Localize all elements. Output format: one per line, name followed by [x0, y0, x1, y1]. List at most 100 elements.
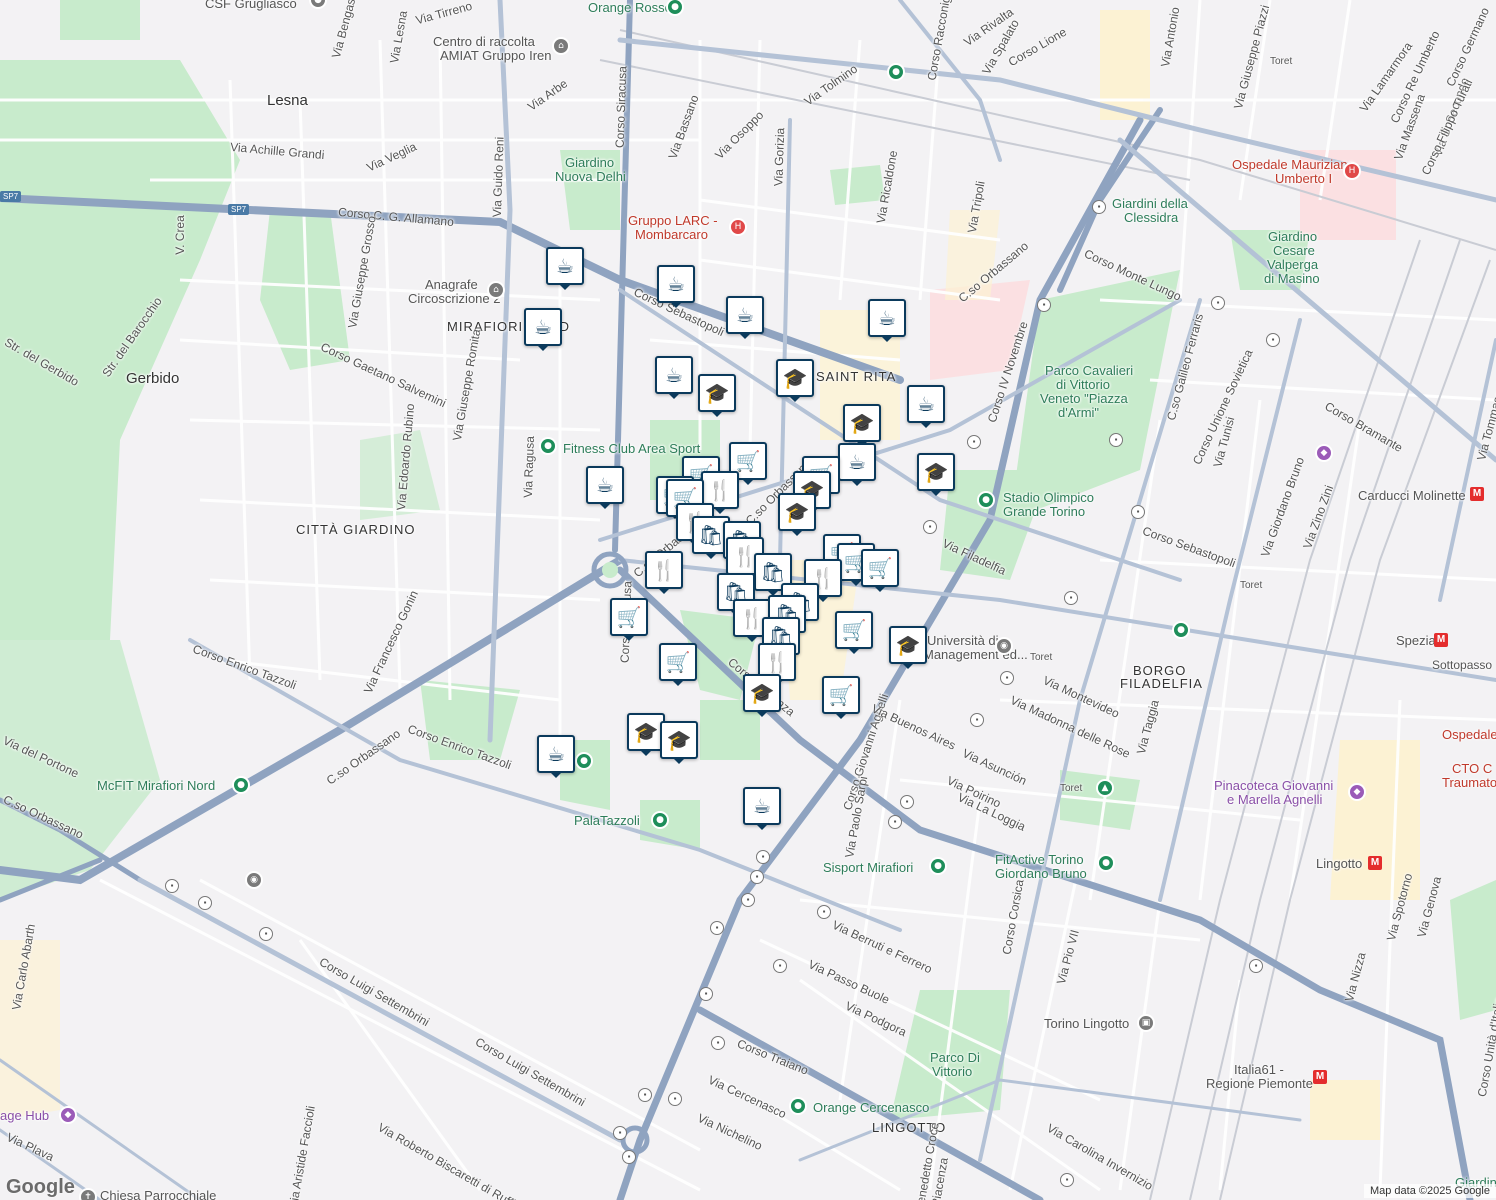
- bus-stop-icon[interactable]: ▪: [613, 1126, 627, 1140]
- bus-stop-icon[interactable]: ▪: [900, 795, 914, 809]
- grocery-marker[interactable]: 🛒: [610, 598, 648, 641]
- poi-label: Nuova Delhi: [555, 169, 626, 184]
- shopping-cart-icon: 🛒: [828, 683, 854, 707]
- cafe-marker[interactable]: ☕: [838, 443, 876, 486]
- shopping-cart-icon: 🛒: [841, 618, 867, 642]
- poi-label: Ospedale: [1442, 727, 1496, 742]
- bus-stop-icon[interactable]: ▪: [1060, 1173, 1074, 1187]
- government-icon[interactable]: ⌂: [487, 281, 505, 299]
- bus-stop-icon[interactable]: ▪: [756, 850, 770, 864]
- bus-stop-icon[interactable]: ▪: [710, 921, 724, 935]
- cafe-marker[interactable]: ☕: [655, 356, 693, 399]
- park-icon[interactable]: ●: [575, 752, 593, 770]
- bus-stop-icon[interactable]: ▪: [817, 905, 831, 919]
- school-marker[interactable]: 🎓: [843, 404, 881, 447]
- bus-stop-icon[interactable]: ▪: [1064, 591, 1078, 605]
- cafe-marker[interactable]: ☕: [726, 296, 764, 339]
- museum-icon[interactable]: ◆: [59, 1106, 77, 1124]
- school-marker[interactable]: 🎓: [743, 674, 781, 717]
- bus-stop-icon[interactable]: ▪: [711, 1036, 725, 1050]
- bus-stop-icon[interactable]: ▪: [967, 435, 981, 449]
- school-marker[interactable]: 🎓: [917, 453, 955, 496]
- gym-icon[interactable]: ●: [929, 857, 947, 875]
- shopping-bag-icon: 🛍: [760, 560, 786, 584]
- bus-stop-icon[interactable]: ▪: [773, 959, 787, 973]
- park-icon[interactable]: ●: [887, 63, 905, 81]
- school-marker[interactable]: 🎓: [698, 374, 736, 417]
- bus-stop-icon[interactable]: ▪: [699, 987, 713, 1001]
- bus-stop-icon[interactable]: ▪: [1037, 298, 1051, 312]
- cafe-marker[interactable]: ☕: [657, 265, 695, 308]
- train-station-icon[interactable]: ▣: [1137, 1014, 1155, 1032]
- grocery-marker[interactable]: 🛒: [659, 643, 697, 686]
- bus-stop-icon[interactable]: ▪: [668, 1092, 682, 1106]
- cafe-marker[interactable]: ☕: [546, 247, 584, 290]
- school-icon[interactable]: ◉: [245, 871, 263, 889]
- bus-stop-icon[interactable]: ▪: [1000, 671, 1014, 685]
- street-label: V. Crea: [172, 215, 187, 255]
- street-label: Toret: [1270, 56, 1293, 67]
- park-icon[interactable]: ●: [1172, 621, 1190, 639]
- metro-icon[interactable]: M: [1434, 633, 1448, 647]
- gym-icon[interactable]: ●: [232, 776, 250, 794]
- grocery-marker[interactable]: 🛒: [861, 549, 899, 592]
- bus-stop-icon[interactable]: ▪: [165, 879, 179, 893]
- bus-stop-icon[interactable]: ▪: [1131, 505, 1145, 519]
- bus-stop-icon[interactable]: ▪: [741, 893, 755, 907]
- school-marker[interactable]: 🎓: [778, 493, 816, 536]
- grocery-marker[interactable]: 🛒: [835, 611, 873, 654]
- metro-icon[interactable]: M: [1313, 1070, 1327, 1084]
- gym-icon[interactable]: ●: [539, 437, 557, 455]
- poi-label: di Vittorio: [1056, 377, 1110, 392]
- poi-label: Valperga: [1267, 257, 1319, 272]
- museum-icon[interactable]: ◆: [1315, 444, 1333, 462]
- hospital-icon[interactable]: H: [1343, 162, 1361, 180]
- cafe-marker[interactable]: ☕: [907, 385, 945, 428]
- bus-stop-icon[interactable]: ▪: [1109, 433, 1123, 447]
- coffee-cup-icon: ☕: [547, 742, 565, 766]
- cafe-marker[interactable]: ☕: [743, 787, 781, 830]
- university-icon[interactable]: ◉: [995, 637, 1013, 655]
- government-icon[interactable]: ⌂: [552, 37, 570, 55]
- bus-stop-icon[interactable]: ▪: [750, 870, 764, 884]
- school-marker[interactable]: 🎓: [889, 626, 927, 669]
- cafe-marker[interactable]: ☕: [868, 299, 906, 342]
- bus-stop-icon[interactable]: ▪: [1211, 296, 1225, 310]
- bus-stop-icon[interactable]: ▪: [259, 927, 273, 941]
- bus-stop-icon[interactable]: ▪: [638, 1088, 652, 1102]
- bus-stop-icon[interactable]: ▪: [970, 713, 984, 727]
- street-label: Toret: [1240, 580, 1263, 591]
- map-canvas[interactable]: Lesna Gerbido MIRAFIORI NORD SAINT RITA …: [0, 0, 1496, 1200]
- map-attribution[interactable]: Map data ©2025 Google: [1363, 1184, 1496, 1198]
- school-marker[interactable]: 🎓: [776, 359, 814, 402]
- metro-icon[interactable]: M: [1368, 856, 1382, 870]
- graduation-cap-icon: 🎓: [895, 633, 921, 657]
- gym-icon[interactable]: ●: [789, 1097, 807, 1115]
- bus-stop-icon[interactable]: ▪: [1266, 333, 1280, 347]
- bus-stop-icon[interactable]: ▪: [198, 896, 212, 910]
- stadium-icon[interactable]: ●: [651, 811, 669, 829]
- bus-stop-icon[interactable]: ▪: [1249, 959, 1263, 973]
- shopping-cart-icon: 🛒: [665, 650, 691, 674]
- cafe-marker[interactable]: ☕: [537, 735, 575, 778]
- hospital-icon[interactable]: H: [729, 218, 747, 236]
- museum-icon[interactable]: ◆: [1348, 783, 1366, 801]
- poi-label: Clessidra: [1124, 210, 1179, 225]
- school-marker[interactable]: 🎓: [660, 721, 698, 764]
- graduation-cap-icon: 🎓: [784, 500, 810, 524]
- bus-stop-icon[interactable]: ▪: [923, 520, 937, 534]
- metro-icon[interactable]: M: [1470, 487, 1484, 501]
- grocery-marker[interactable]: 🛒: [822, 676, 860, 719]
- bus-stop-icon[interactable]: ▪: [888, 815, 902, 829]
- stadium-icon[interactable]: ●: [977, 491, 995, 509]
- cafe-marker[interactable]: ☕: [586, 466, 624, 509]
- cafe-marker[interactable]: ☕: [524, 308, 562, 351]
- poi-label: Torino Lingotto: [1044, 1016, 1130, 1031]
- church-icon[interactable]: ✝: [79, 1188, 97, 1200]
- bus-stop-icon[interactable]: ▪: [622, 1150, 636, 1164]
- park-icon[interactable]: ▲: [1096, 779, 1114, 797]
- coffee-cup-icon: ☕: [917, 392, 935, 416]
- restaurant-marker[interactable]: 🍴: [645, 551, 683, 594]
- bus-stop-icon[interactable]: ▪: [1092, 200, 1106, 214]
- gym-icon[interactable]: ●: [1097, 854, 1115, 872]
